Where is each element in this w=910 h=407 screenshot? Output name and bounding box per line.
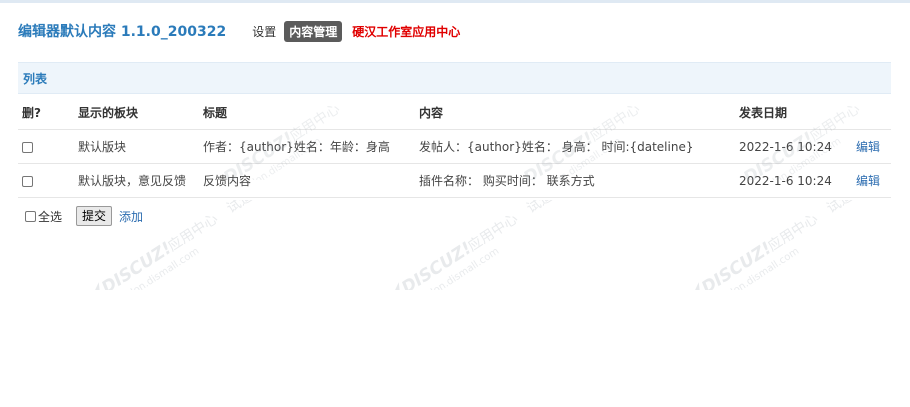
col-delete: 删? <box>18 96 74 130</box>
section-header: 列表 <box>18 62 891 94</box>
row-delete-checkbox[interactable] <box>22 175 33 187</box>
table-row: 默认版块 作者：{author}姓名：年龄：身高 发帖人：{author}姓名：… <box>18 129 891 164</box>
row-checkbox-cell <box>18 163 74 198</box>
row-date: 2022-1-6 10:24 <box>735 129 852 164</box>
watermark-tag: 应用中心 <box>165 210 221 255</box>
nav-app-center-link[interactable]: 硬汉工作室应用中心 <box>352 23 460 40</box>
nav-settings[interactable]: 设置 <box>252 23 276 40</box>
watermark-logo: DISCUZ! 应用中心 试道 addon.dismall.com <box>685 200 856 290</box>
nav-content-management[interactable]: 内容管理 <box>284 20 343 42</box>
row-action-cell: 编辑 <box>852 129 891 164</box>
edit-link[interactable]: 编辑 <box>856 174 880 188</box>
top-border <box>0 0 910 3</box>
select-all-label[interactable]: 全选 <box>38 208 62 225</box>
table-footer: 全选 提交 添加 <box>25 206 143 226</box>
watermark-domain: addon.dismall.com <box>116 246 201 290</box>
watermark-domain: addon.dismall.com <box>416 246 501 290</box>
row-title: 反馈内容 <box>199 163 415 198</box>
header: 编辑器默认内容 1.1.0_200322 设置 内容管理 硬汉工作室应用中心 <box>18 20 460 42</box>
watermark-tag2: 试道 <box>224 200 256 217</box>
watermark-tag2: 试道 <box>524 200 556 217</box>
row-content: 发帖人：{author}姓名： 身高： 时间:{dateline} <box>415 129 735 164</box>
row-title: 作者：{author}姓名：年龄：身高 <box>199 129 415 164</box>
watermark-arrow-icon <box>685 282 701 290</box>
watermark-brand: DISCUZ! <box>98 238 175 290</box>
watermark-brand: DISCUZ! <box>698 238 775 290</box>
row-board: 默认版块，意见反馈 <box>74 163 199 198</box>
watermark-tag: 应用中心 <box>465 210 521 255</box>
col-title: 标题 <box>199 96 415 130</box>
col-date: 发表日期 <box>735 96 852 130</box>
watermark-tag: 应用中心 <box>765 210 821 255</box>
add-link[interactable]: 添加 <box>119 208 143 225</box>
submit-button[interactable]: 提交 <box>76 206 113 226</box>
table-header-row: 删? 显示的板块 标题 内容 发表日期 <box>18 96 891 130</box>
edit-link[interactable]: 编辑 <box>856 140 880 154</box>
row-checkbox-cell <box>18 129 74 164</box>
row-content: 插件名称： 购买时间： 联系方式 <box>415 163 735 198</box>
watermark-tag2: 试道 <box>824 200 856 217</box>
watermark-domain: addon.dismall.com <box>716 246 801 290</box>
col-board: 显示的板块 <box>74 96 199 130</box>
row-action-cell: 编辑 <box>852 163 891 198</box>
row-board: 默认版块 <box>74 129 199 164</box>
table-row: 默认版块，意见反馈 反馈内容 插件名称： 购买时间： 联系方式 2022-1-6… <box>18 163 891 198</box>
select-all-checkbox[interactable] <box>25 210 36 222</box>
col-action <box>852 96 891 130</box>
row-date: 2022-1-6 10:24 <box>735 163 852 198</box>
watermark-arrow-icon <box>85 282 101 290</box>
watermark-brand: DISCUZ! <box>398 238 475 290</box>
content-table: 删? 显示的板块 标题 内容 发表日期 默认版块 作者：{author}姓名：年… <box>18 96 891 198</box>
watermark-logo: DISCUZ! 应用中心 试道 addon.dismall.com <box>385 200 556 290</box>
row-delete-checkbox[interactable] <box>22 141 33 153</box>
section-title: 列表 <box>23 71 48 86</box>
watermark-arrow-icon <box>385 282 401 290</box>
app-title: 编辑器默认内容 1.1.0_200322 <box>18 24 227 40</box>
col-content: 内容 <box>415 96 735 130</box>
